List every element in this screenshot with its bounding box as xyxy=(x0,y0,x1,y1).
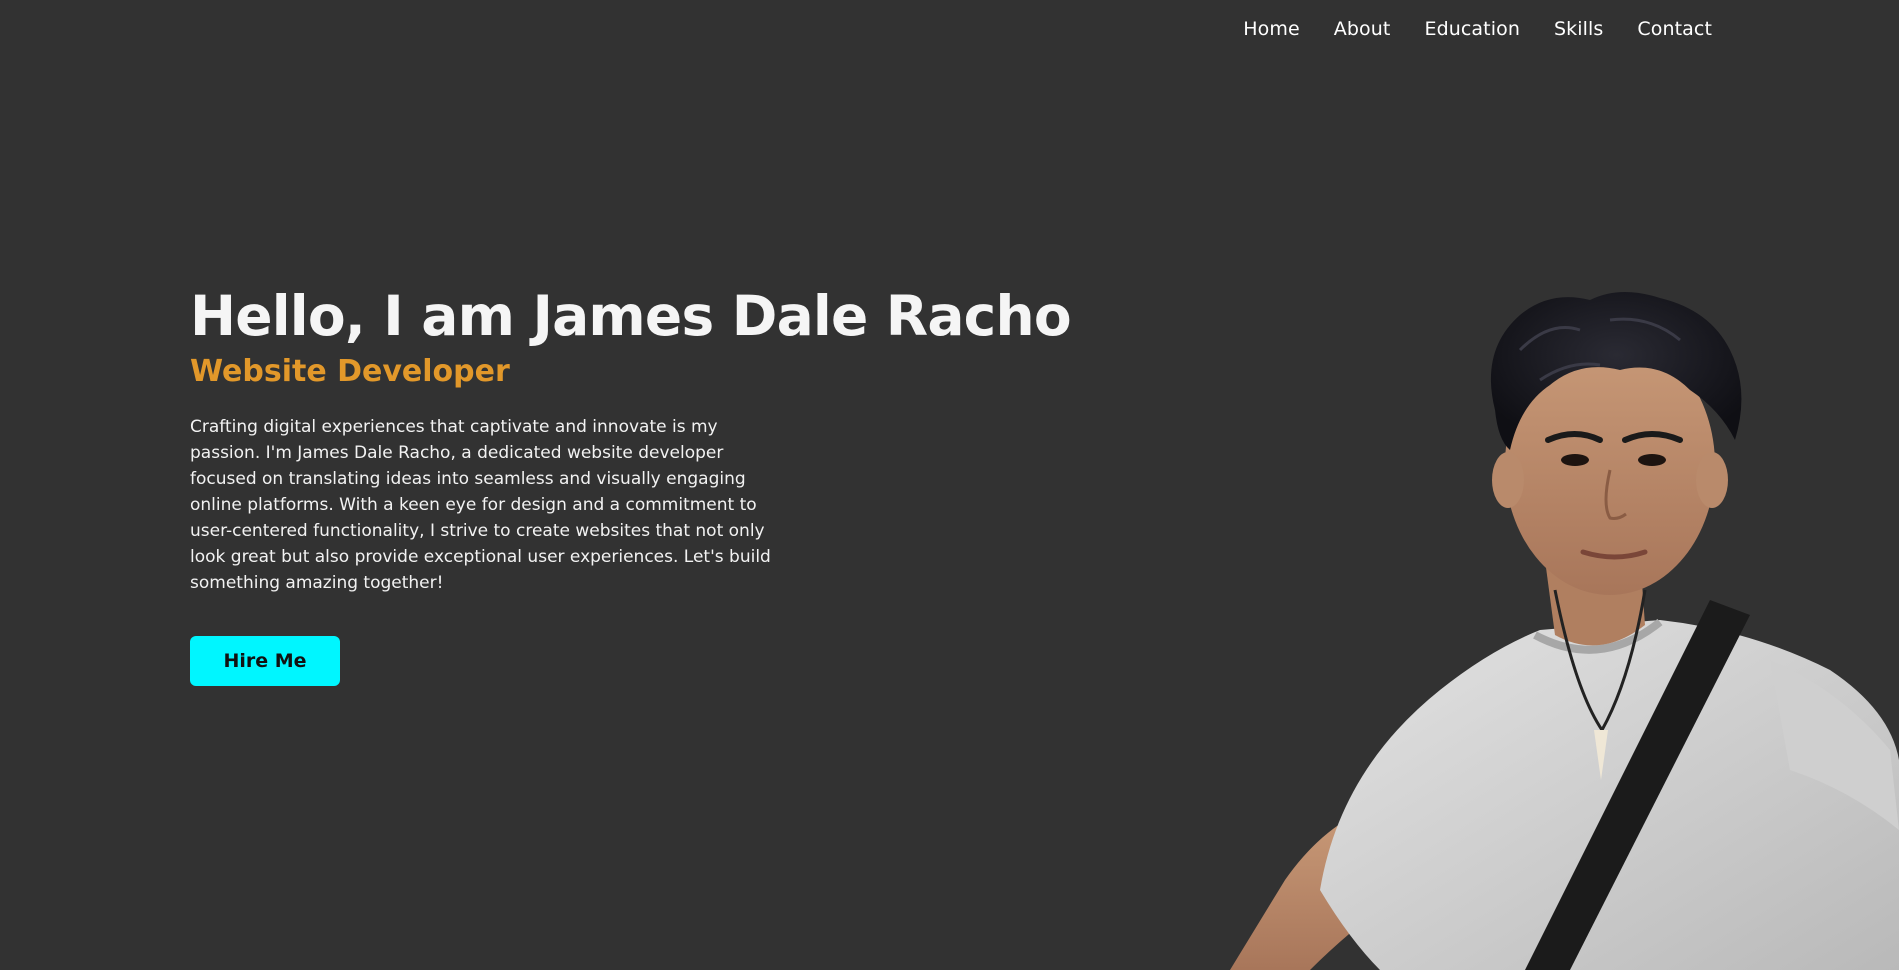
nav-link-skills[interactable]: Skills xyxy=(1554,18,1603,40)
profile-photo xyxy=(1230,291,1899,970)
hire-me-button[interactable]: Hire Me xyxy=(190,636,340,686)
nav-link-contact[interactable]: Contact xyxy=(1637,18,1712,40)
nav-link-home[interactable]: Home xyxy=(1243,18,1300,40)
hero-title: Hello, I am James Dale Racho xyxy=(190,284,1072,348)
nav-link-about[interactable]: About xyxy=(1334,18,1391,40)
main-nav: Home About Education Skills Contact xyxy=(1243,18,1712,40)
hero-section: Hello, I am James Dale Racho Website Dev… xyxy=(190,282,1090,686)
hero-role: Website Developer xyxy=(190,354,510,389)
hero-description: Crafting digital experiences that captiv… xyxy=(190,417,771,593)
nav-link-education[interactable]: Education xyxy=(1424,18,1520,40)
